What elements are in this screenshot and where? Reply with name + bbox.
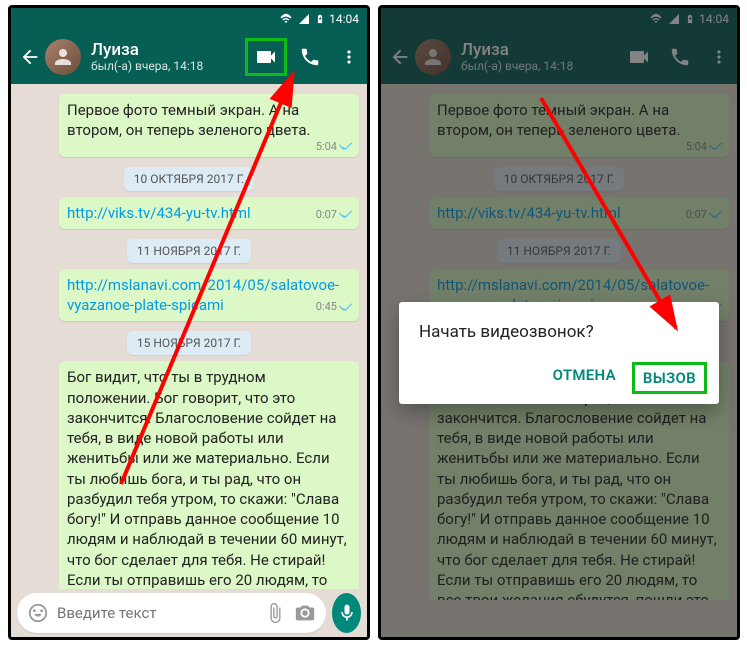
read-icon (339, 142, 353, 152)
mic-button[interactable] (332, 593, 361, 633)
link[interactable]: http://viks.tv/434-yu-tv.html (67, 204, 251, 222)
dialog-title: Начать видеозвонок? (419, 322, 699, 342)
phone-left: 14:04 Луиза был(-а) вчера, 14:18 Первое … (8, 5, 370, 640)
signal-icon (297, 13, 311, 25)
last-seen: был(-а) вчера, 14:18 (91, 60, 251, 73)
message-input[interactable] (57, 604, 256, 622)
message-out[interactable]: http://viks.tv/434-yu-tv.html0:07 (59, 197, 359, 229)
date-chip: 10 ОКТЯБРЯ 2017 Г. (124, 167, 255, 191)
date-chip: 11 НОЯБРЯ 2017 Г. (127, 239, 251, 263)
chat-area[interactable]: Первое фото темный экран. А на втором, о… (11, 84, 367, 600)
read-icon (339, 303, 353, 313)
message-out[interactable]: http://mslanavi.com/2014/05/salatovoe-vy… (59, 269, 359, 322)
battery-icon (315, 12, 325, 26)
link[interactable]: http://mslanavi.com/2014/05/salatovoe-vy… (67, 276, 339, 314)
header-name-block[interactable]: Луиза был(-а) вчера, 14:18 (91, 41, 251, 73)
camera-icon[interactable] (294, 602, 316, 624)
voice-call-button[interactable] (299, 46, 321, 68)
attach-icon[interactable] (264, 602, 286, 624)
status-bar: 14:04 (11, 8, 367, 30)
cancel-button[interactable]: ОТМЕНА (553, 366, 616, 390)
video-call-button[interactable] (245, 38, 287, 76)
call-button[interactable]: ВЫЗОВ (632, 362, 707, 394)
clock: 14:04 (329, 12, 359, 26)
phone-right: 14:04 Луиза был(-а) вчера, 14:18 Первое … (378, 5, 740, 640)
video-call-dialog: Начать видеозвонок? ОТМЕНА ВЫЗОВ (399, 302, 719, 404)
message-input-box[interactable] (17, 593, 326, 633)
chat-header: Луиза был(-а) вчера, 14:18 (11, 30, 367, 84)
message-out[interactable]: Первое фото темный экран. А на втором, о… (59, 94, 359, 157)
back-icon[interactable] (19, 46, 41, 68)
contact-name: Луиза (91, 41, 251, 60)
wifi-icon (279, 13, 293, 25)
menu-button[interactable] (339, 47, 359, 67)
input-bar (11, 589, 367, 637)
emoji-icon[interactable] (27, 602, 49, 624)
message-out[interactable]: Бог видит, что ты в трудном положении. Б… (59, 361, 359, 600)
read-icon (339, 210, 353, 220)
date-chip: 15 НОЯБРЯ 2017 Г. (127, 331, 251, 355)
avatar[interactable] (45, 39, 81, 75)
